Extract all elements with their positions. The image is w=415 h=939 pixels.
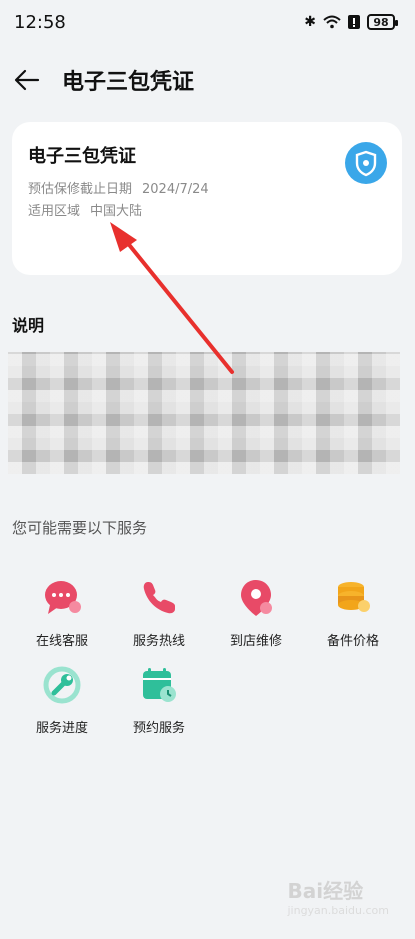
warranty-row: 预估保修截止日期 2024/7/24 (28, 178, 209, 197)
region-value: 中国大陆 (90, 204, 143, 219)
alert-icon (348, 15, 360, 29)
service-label: 服务进度 (35, 721, 88, 736)
page-title: 电子三包凭证 (62, 70, 195, 95)
service-in-store-repair[interactable]: 到店维修 (211, 578, 301, 649)
phone-icon (143, 582, 175, 614)
wrench-icon (43, 666, 81, 704)
back-arrow-icon[interactable] (10, 63, 44, 97)
location-pin-icon (241, 580, 272, 616)
watermark-brand: Bai经验 (287, 879, 364, 903)
service-hotline[interactable]: 服务热线 (114, 578, 204, 649)
warranty-date: 2024/7/24 (142, 182, 209, 197)
coins-icon (338, 582, 370, 612)
calendar-clock-icon (143, 668, 176, 702)
status-icons: ✱ 98 (304, 14, 398, 30)
watermark-url: jingyan.baidu.com (287, 904, 389, 917)
card-title: 电子三包凭证 (28, 146, 136, 167)
battery-level: 98 (373, 15, 389, 29)
voucher-card[interactable]: 电子三包凭证 预估保修截止日期 2024/7/24 适用区域 中国大陆 (12, 122, 402, 275)
description-title: 说明 (12, 316, 45, 335)
shield-icon (355, 150, 377, 177)
region-label: 适用区域 (28, 204, 81, 219)
service-progress[interactable]: 服务进度 (17, 665, 107, 736)
wifi-icon (323, 15, 341, 29)
service-label: 服务热线 (132, 634, 185, 649)
service-appointment[interactable]: 预约服务 (114, 665, 204, 736)
status-time: 12:58 (14, 12, 66, 33)
services-title: 您可能需要以下服务 (12, 519, 148, 537)
region-row: 适用区域 中国大陆 (28, 200, 142, 219)
chat-icon (45, 581, 81, 614)
service-label: 到店维修 (229, 634, 282, 649)
service-label: 备件价格 (326, 634, 379, 649)
app-bar: 电子三包凭证 (0, 55, 415, 105)
status-bar: 12:58 ✱ 98 (0, 0, 415, 46)
service-label: 在线客服 (35, 634, 88, 649)
description-text-pixelated (8, 352, 400, 474)
baidu-watermark: Bai经验 jingyan.baidu.com (287, 875, 389, 917)
service-online-support[interactable]: 在线客服 (17, 578, 107, 649)
shield-badge (345, 142, 387, 184)
service-parts-price[interactable]: 备件价格 (308, 578, 398, 649)
service-label: 预约服务 (132, 721, 185, 736)
battery-indicator: 98 (367, 14, 398, 30)
bluetooth-icon: ✱ (304, 14, 316, 30)
warranty-label: 预估保修截止日期 (28, 182, 133, 197)
